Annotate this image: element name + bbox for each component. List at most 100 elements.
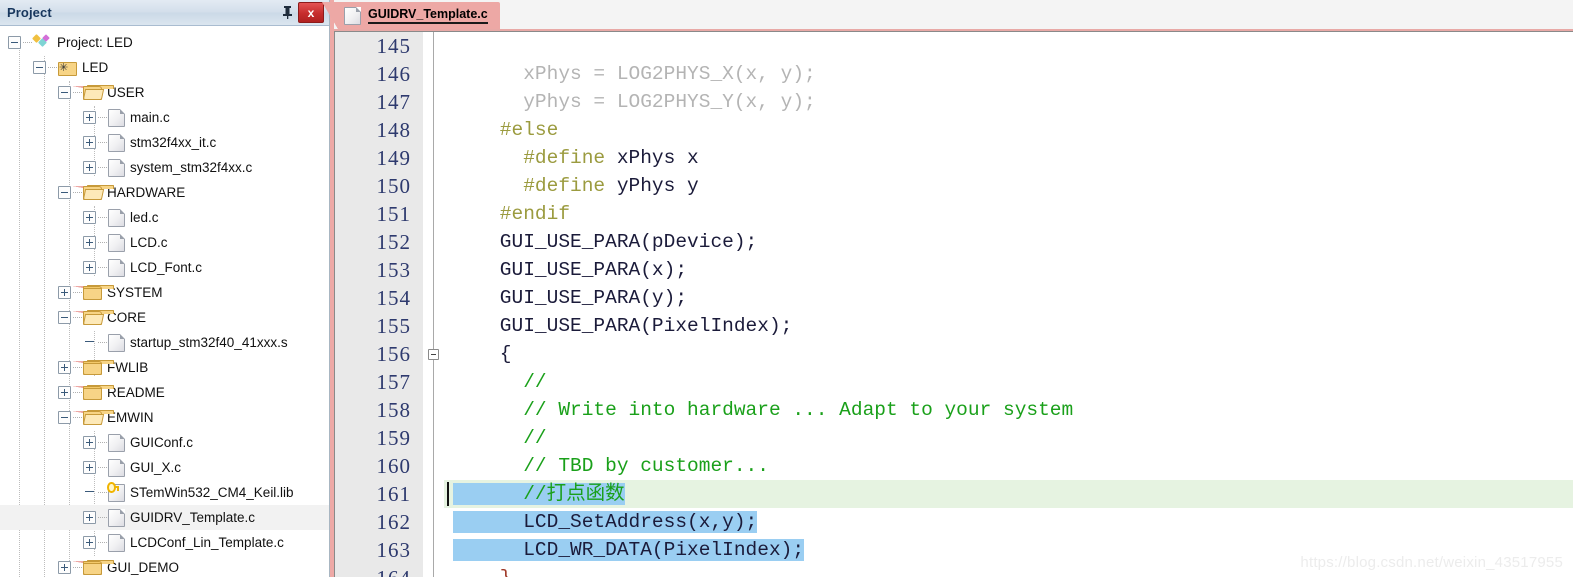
collapse-icon[interactable]	[58, 311, 71, 324]
collapse-icon[interactable]	[33, 61, 46, 74]
folder-closed-icon	[72, 385, 114, 400]
tree-item-system[interactable]: SYSTEM	[0, 280, 329, 305]
tree-connector	[98, 491, 107, 494]
tree-connector	[73, 566, 82, 569]
tree-item-lcd-font-c[interactable]: LCD_Font.c	[0, 255, 329, 280]
tree-connector	[73, 291, 82, 294]
c-file-icon	[108, 533, 125, 552]
c-file-icon	[108, 508, 125, 527]
code-line[interactable]: 160 // TBD by customer...	[335, 452, 1573, 480]
code-line[interactable]: 158 // Write into hardware ... Adapt to …	[335, 396, 1573, 424]
pin-icon[interactable]	[276, 3, 298, 23]
collapse-icon[interactable]	[58, 411, 71, 424]
tab-guidrv-template[interactable]: GUIDRV_Template.c	[322, 2, 500, 29]
code-span: #endif	[453, 203, 571, 225]
tree-item-main-c[interactable]: main.c	[0, 105, 329, 130]
selected-code-span: //打点函数	[453, 483, 625, 505]
code-line[interactable]: 147 yPhys = LOG2PHYS_Y(x, y);	[335, 88, 1573, 116]
c-file-icon	[108, 133, 125, 152]
expand-icon[interactable]	[83, 161, 96, 174]
expand-icon[interactable]	[83, 261, 96, 274]
code-span: #define	[453, 175, 617, 197]
tree-item-user[interactable]: USER	[0, 80, 329, 105]
tree-item-core[interactable]: CORE	[0, 305, 329, 330]
tree-item-startup-stm32f40-41xxx-s[interactable]: startup_stm32f40_41xxx.s	[0, 330, 329, 355]
tree-item-lcd-c[interactable]: LCD.c	[0, 230, 329, 255]
code-line[interactable]: 155 GUI_USE_PARA(PixelIndex);	[335, 312, 1573, 340]
tree-item-label: LCD.c	[130, 235, 168, 250]
tree-item-readme[interactable]: README	[0, 380, 329, 405]
tree-connector	[98, 541, 107, 544]
tree-item-label: Project: LED	[57, 35, 133, 50]
code-lines[interactable]: 145 146 xPhys = LOG2PHYS_X(x, y); 147 yPhy…	[335, 32, 1573, 577]
code-line[interactable]: 146 xPhys = LOG2PHYS_X(x, y);	[335, 60, 1573, 88]
expand-icon[interactable]	[58, 561, 71, 574]
code-line[interactable]: 162 LCD_SetAddress(x,y);	[335, 508, 1573, 536]
line-number: 152	[376, 230, 411, 254]
expand-icon[interactable]	[58, 386, 71, 399]
project-tree[interactable]: Project: LED ✳ LED USER main.c stm32f4xx_it.c…	[0, 26, 329, 577]
tree-connector	[98, 241, 107, 244]
code-span: GUI_USE_PARA(x);	[453, 259, 688, 281]
expand-icon[interactable]	[83, 111, 96, 124]
tree-item-project-led[interactable]: Project: LED	[0, 30, 329, 55]
code-text: //	[453, 368, 546, 396]
folder-open-icon	[72, 85, 114, 100]
code-text: LCD_WR_DATA(PixelIndex);	[453, 536, 805, 564]
tree-item-fwlib[interactable]: FWLIB	[0, 355, 329, 380]
tree-item-hardware[interactable]: HARDWARE	[0, 180, 329, 205]
expand-icon[interactable]	[83, 536, 96, 549]
tree-item-label: GUI_DEMO	[107, 560, 180, 575]
code-line[interactable]: 150 #define yPhys y	[335, 172, 1573, 200]
code-line[interactable]: 154 GUI_USE_PARA(y);	[335, 284, 1573, 312]
tree-item-emwin[interactable]: EMWIN	[0, 405, 329, 430]
code-line[interactable]: 161 //打点函数	[335, 480, 1573, 508]
expand-icon[interactable]	[58, 286, 71, 299]
tree-item-guiconf-c[interactable]: GUIConf.c	[0, 430, 329, 455]
code-line[interactable]: 153 GUI_USE_PARA(x);	[335, 256, 1573, 284]
code-text: GUI_USE_PARA(y);	[453, 284, 687, 312]
code-line[interactable]: 148 #else	[335, 116, 1573, 144]
c-file-icon	[108, 158, 125, 177]
collapse-icon[interactable]	[58, 186, 71, 199]
expand-icon[interactable]	[83, 461, 96, 474]
collapse-icon[interactable]	[8, 36, 21, 49]
collapse-icon[interactable]	[58, 86, 71, 99]
code-line[interactable]: 145	[335, 32, 1573, 60]
code-line[interactable]: 151 #endif	[335, 200, 1573, 228]
project-panel: Project x Project: LED ✳ LED USER main.c	[0, 0, 330, 577]
folder-open-icon	[72, 410, 114, 425]
code-span: //	[453, 427, 547, 449]
code-span: {	[453, 343, 512, 365]
code-line[interactable]: 149 #define xPhys x	[335, 144, 1573, 172]
tree-item-gui-x-c[interactable]: GUI_X.c	[0, 455, 329, 480]
expand-icon[interactable]	[83, 211, 96, 224]
code-text: LCD_SetAddress(x,y);	[453, 508, 758, 536]
code-area[interactable]: 145 146 xPhys = LOG2PHYS_X(x, y); 147 yPhy…	[334, 31, 1573, 577]
tree-item-guidrv-template-c[interactable]: GUIDRV_Template.c	[0, 505, 329, 530]
tree-item-led-c[interactable]: led.c	[0, 205, 329, 230]
code-line[interactable]: 152 GUI_USE_PARA(pDevice);	[335, 228, 1573, 256]
c-file-icon	[108, 433, 125, 452]
expand-icon[interactable]	[83, 236, 96, 249]
tree-item-lcdconf-lin-template-c[interactable]: LCDConf_Lin_Template.c	[0, 530, 329, 555]
target-folder-icon: ✳	[58, 61, 77, 76]
close-panel-button[interactable]: x	[298, 2, 324, 23]
expand-icon[interactable]	[83, 136, 96, 149]
code-line[interactable]: 157 //	[335, 368, 1573, 396]
tree-item-system-stm32f4xx-c[interactable]: system_stm32f4xx.c	[0, 155, 329, 180]
tree-item-stm32f4xx-it-c[interactable]: stm32f4xx_it.c	[0, 130, 329, 155]
expand-icon[interactable]	[58, 361, 71, 374]
code-line[interactable]: 156 {	[335, 340, 1573, 368]
c-file-icon	[108, 258, 125, 277]
tree-item-stemwin532-cm4-keil-lib[interactable]: STemWin532_CM4_Keil.lib	[0, 480, 329, 505]
code-line[interactable]: 159 //	[335, 424, 1573, 452]
line-number: 160	[376, 454, 411, 478]
tree-item-led[interactable]: ✳ LED	[0, 55, 329, 80]
expand-icon[interactable]	[83, 511, 96, 524]
line-number: 153	[376, 258, 411, 282]
expand-icon[interactable]	[83, 436, 96, 449]
tree-connector	[98, 141, 107, 144]
tree-item-gui-demo[interactable]: GUI_DEMO	[0, 555, 329, 577]
tree-connector	[73, 416, 82, 419]
